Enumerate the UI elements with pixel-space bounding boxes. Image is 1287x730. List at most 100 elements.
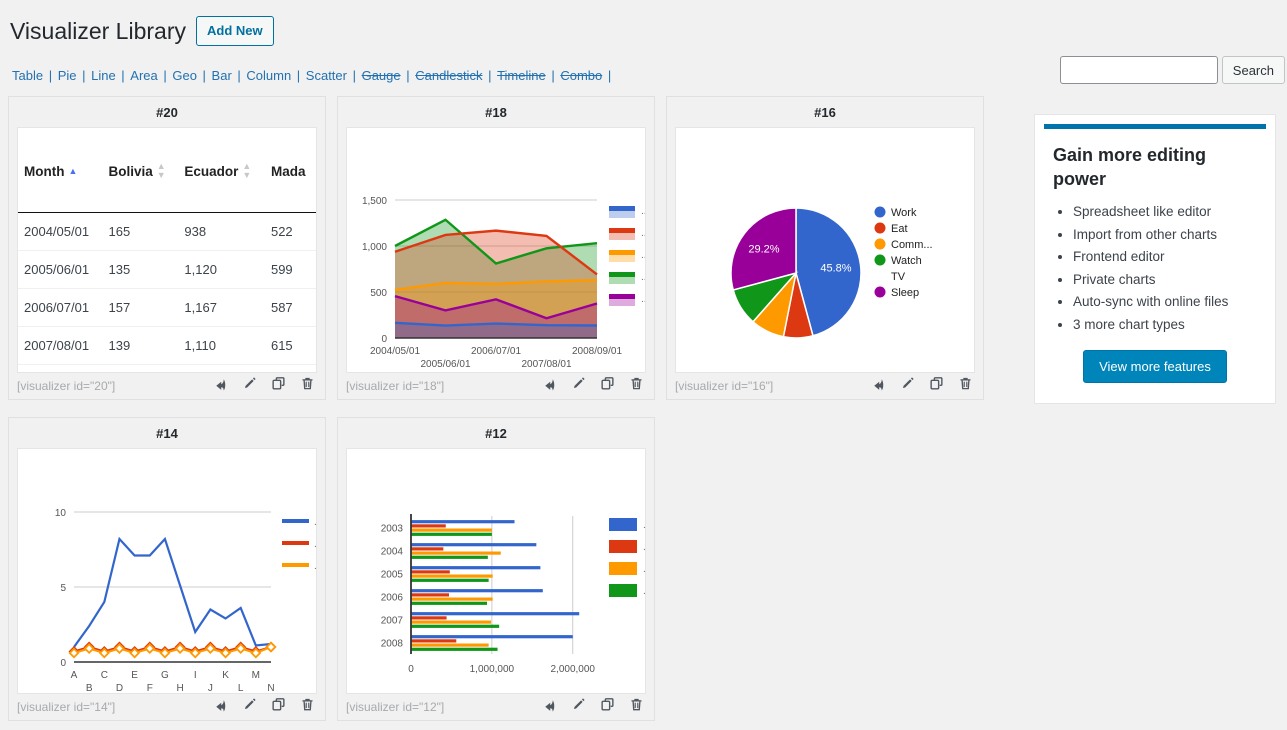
card-title: #20 [156,105,178,120]
chart-cards-grid: #20 Month ▲ Bolivia ▲ ▼ Ecuador ▲ ▼ Mada… [8,96,1018,730]
bar-segment[interactable] [411,574,493,578]
legend-label: ... [643,520,646,531]
export-icon[interactable] [542,376,557,396]
table-col-ecuador[interactable]: Ecuador ▲ ▼ [178,128,265,213]
clone-icon[interactable] [271,697,286,717]
chart-card-14[interactable]: #14 0 5 10 ABCDEFGHIJKLMN......... [visuali… [8,417,326,721]
bar-segment[interactable] [411,543,537,547]
view-more-features-button[interactable]: View more features [1083,350,1227,383]
delete-icon[interactable] [629,376,644,396]
bar-segment[interactable] [411,589,543,593]
card-actions [871,376,973,396]
type-nav-link-geo[interactable]: Geo [172,68,197,83]
bar-segment[interactable] [411,578,489,582]
bar-segment[interactable] [411,532,492,536]
table-cell: 2004/05/01 [24,224,90,239]
bar-segment[interactable] [411,593,450,597]
shortcode-text: [visualizer id="18"] [346,378,445,393]
page-title: Visualizer Library [10,18,186,44]
bar-segment[interactable] [411,647,498,651]
type-nav-link-area[interactable]: Area [130,68,157,83]
edit-icon[interactable] [571,376,586,396]
bar-chart[interactable]: 0 1,000,000 2,000,000 2003 2004 2005 2006 2007 2… [347,449,646,694]
edit-icon[interactable] [900,376,915,396]
bar-segment[interactable] [411,597,493,601]
legend-label[interactable]: Eat [891,223,908,235]
add-new-button[interactable]: Add New [195,16,274,46]
table-col-month[interactable]: Month ▲ [18,128,103,213]
type-nav-link-pie[interactable]: Pie [58,68,77,83]
delete-icon[interactable] [958,376,973,396]
search-button[interactable]: Search [1221,56,1285,84]
type-nav-link-timeline[interactable]: Timeline [497,68,546,83]
bar-segment[interactable] [411,624,500,628]
type-nav-link-combo[interactable]: Combo [560,68,602,83]
bar-segment[interactable] [411,639,457,643]
bar-segment[interactable] [411,601,488,605]
clone-icon[interactable] [929,376,944,396]
bar-segment[interactable] [411,620,492,624]
sort-asc-icon: ▲ [68,166,78,176]
line-chart[interactable]: 0 5 10 ABCDEFGHIJKLMN......... [18,449,317,694]
type-nav-link-scatter[interactable]: Scatter [306,68,347,83]
area-chart[interactable]: 0 500 1,000 1,500 2004/05/012005/06/012006/0… [347,128,646,373]
legend-label[interactable]: Watch [891,255,922,267]
bar-segment[interactable] [411,570,450,574]
legend-label[interactable]: Sleep [891,287,919,299]
type-nav-link-table[interactable]: Table [12,68,43,83]
legend-label[interactable]: Work [891,207,917,219]
pie-chart[interactable]: 45.8% 29.2% Work Eat Comm... Watch TV Sleep [676,128,975,373]
delete-icon[interactable] [300,697,315,717]
type-nav-link-bar[interactable]: Bar [212,68,232,83]
type-nav-link-gauge[interactable]: Gauge [362,68,401,83]
shortcode-text: [visualizer id="20"] [17,378,116,393]
bar-segment[interactable] [411,612,580,616]
clone-icon[interactable] [600,376,615,396]
chart-card-12[interactable]: #12 0 1,000,000 2,000,000 2003 2004 2005 2006 2… [337,417,655,721]
bar-segment[interactable] [411,520,515,524]
legend-label: ... [314,561,317,572]
table-cell: 522 [270,224,293,239]
bar-segment[interactable] [411,551,501,555]
edit-icon[interactable] [571,697,586,717]
delete-icon[interactable] [300,376,315,396]
type-nav-link-line[interactable]: Line [91,68,116,83]
legend-label: ... [643,564,646,575]
table-cell: 2007/08/01 [24,338,90,353]
bar-segment[interactable] [411,566,541,570]
type-nav-link-column[interactable]: Column [246,68,291,83]
edit-icon[interactable] [242,376,257,396]
type-nav-link-candlestick[interactable]: Candlestick [415,68,482,83]
card-footer: [visualizer id="20"] [9,373,325,399]
table-col-bolivia[interactable]: Bolivia ▲ ▼ [102,128,179,213]
legend-label[interactable]: Comm... [891,239,933,251]
shortcode-text: [visualizer id="14"] [17,699,116,714]
clone-icon[interactable] [600,697,615,717]
bar-segment[interactable] [411,528,492,532]
bar-segment[interactable] [411,524,446,528]
delete-icon[interactable] [629,697,644,717]
bar-segment[interactable] [411,555,488,559]
search-input[interactable] [1059,56,1218,84]
bar-segment[interactable] [411,616,447,620]
clone-icon[interactable] [271,376,286,396]
table-col-mada[interactable]: Mada [264,128,316,213]
chart-card-20[interactable]: #20 Month ▲ Bolivia ▲ ▼ Ecuador ▲ ▼ Mada… [8,96,326,400]
bar-segment[interactable] [411,635,573,639]
export-icon[interactable] [871,376,886,396]
edit-icon[interactable] [242,697,257,717]
card-row: #20 Month ▲ Bolivia ▲ ▼ Ecuador ▲ ▼ Mada… [8,96,1018,400]
x-axis-tick: 2007/08/01 [521,359,571,370]
card-actions [213,697,315,717]
export-icon[interactable] [213,376,228,396]
export-icon[interactable] [542,697,557,717]
table-header-row: Month ▲ Bolivia ▲ ▼ Ecuador ▲ ▼ Mada [18,128,316,213]
chart-card-16[interactable]: #16 45.8% 29.2% Work Eat Comm... Watch TV Sleep… [666,96,984,400]
chart-card-18[interactable]: #18 0 500 1,000 1,500 2004/05/01 2005/06/01 20… [337,96,655,400]
col-label: Bolivia [108,163,153,179]
export-icon[interactable] [213,697,228,717]
table-cell: 165 [108,224,131,239]
feature-list-item: Spreadsheet like editor [1073,201,1257,224]
bar-segment[interactable] [411,547,444,551]
bar-segment[interactable] [411,643,489,647]
